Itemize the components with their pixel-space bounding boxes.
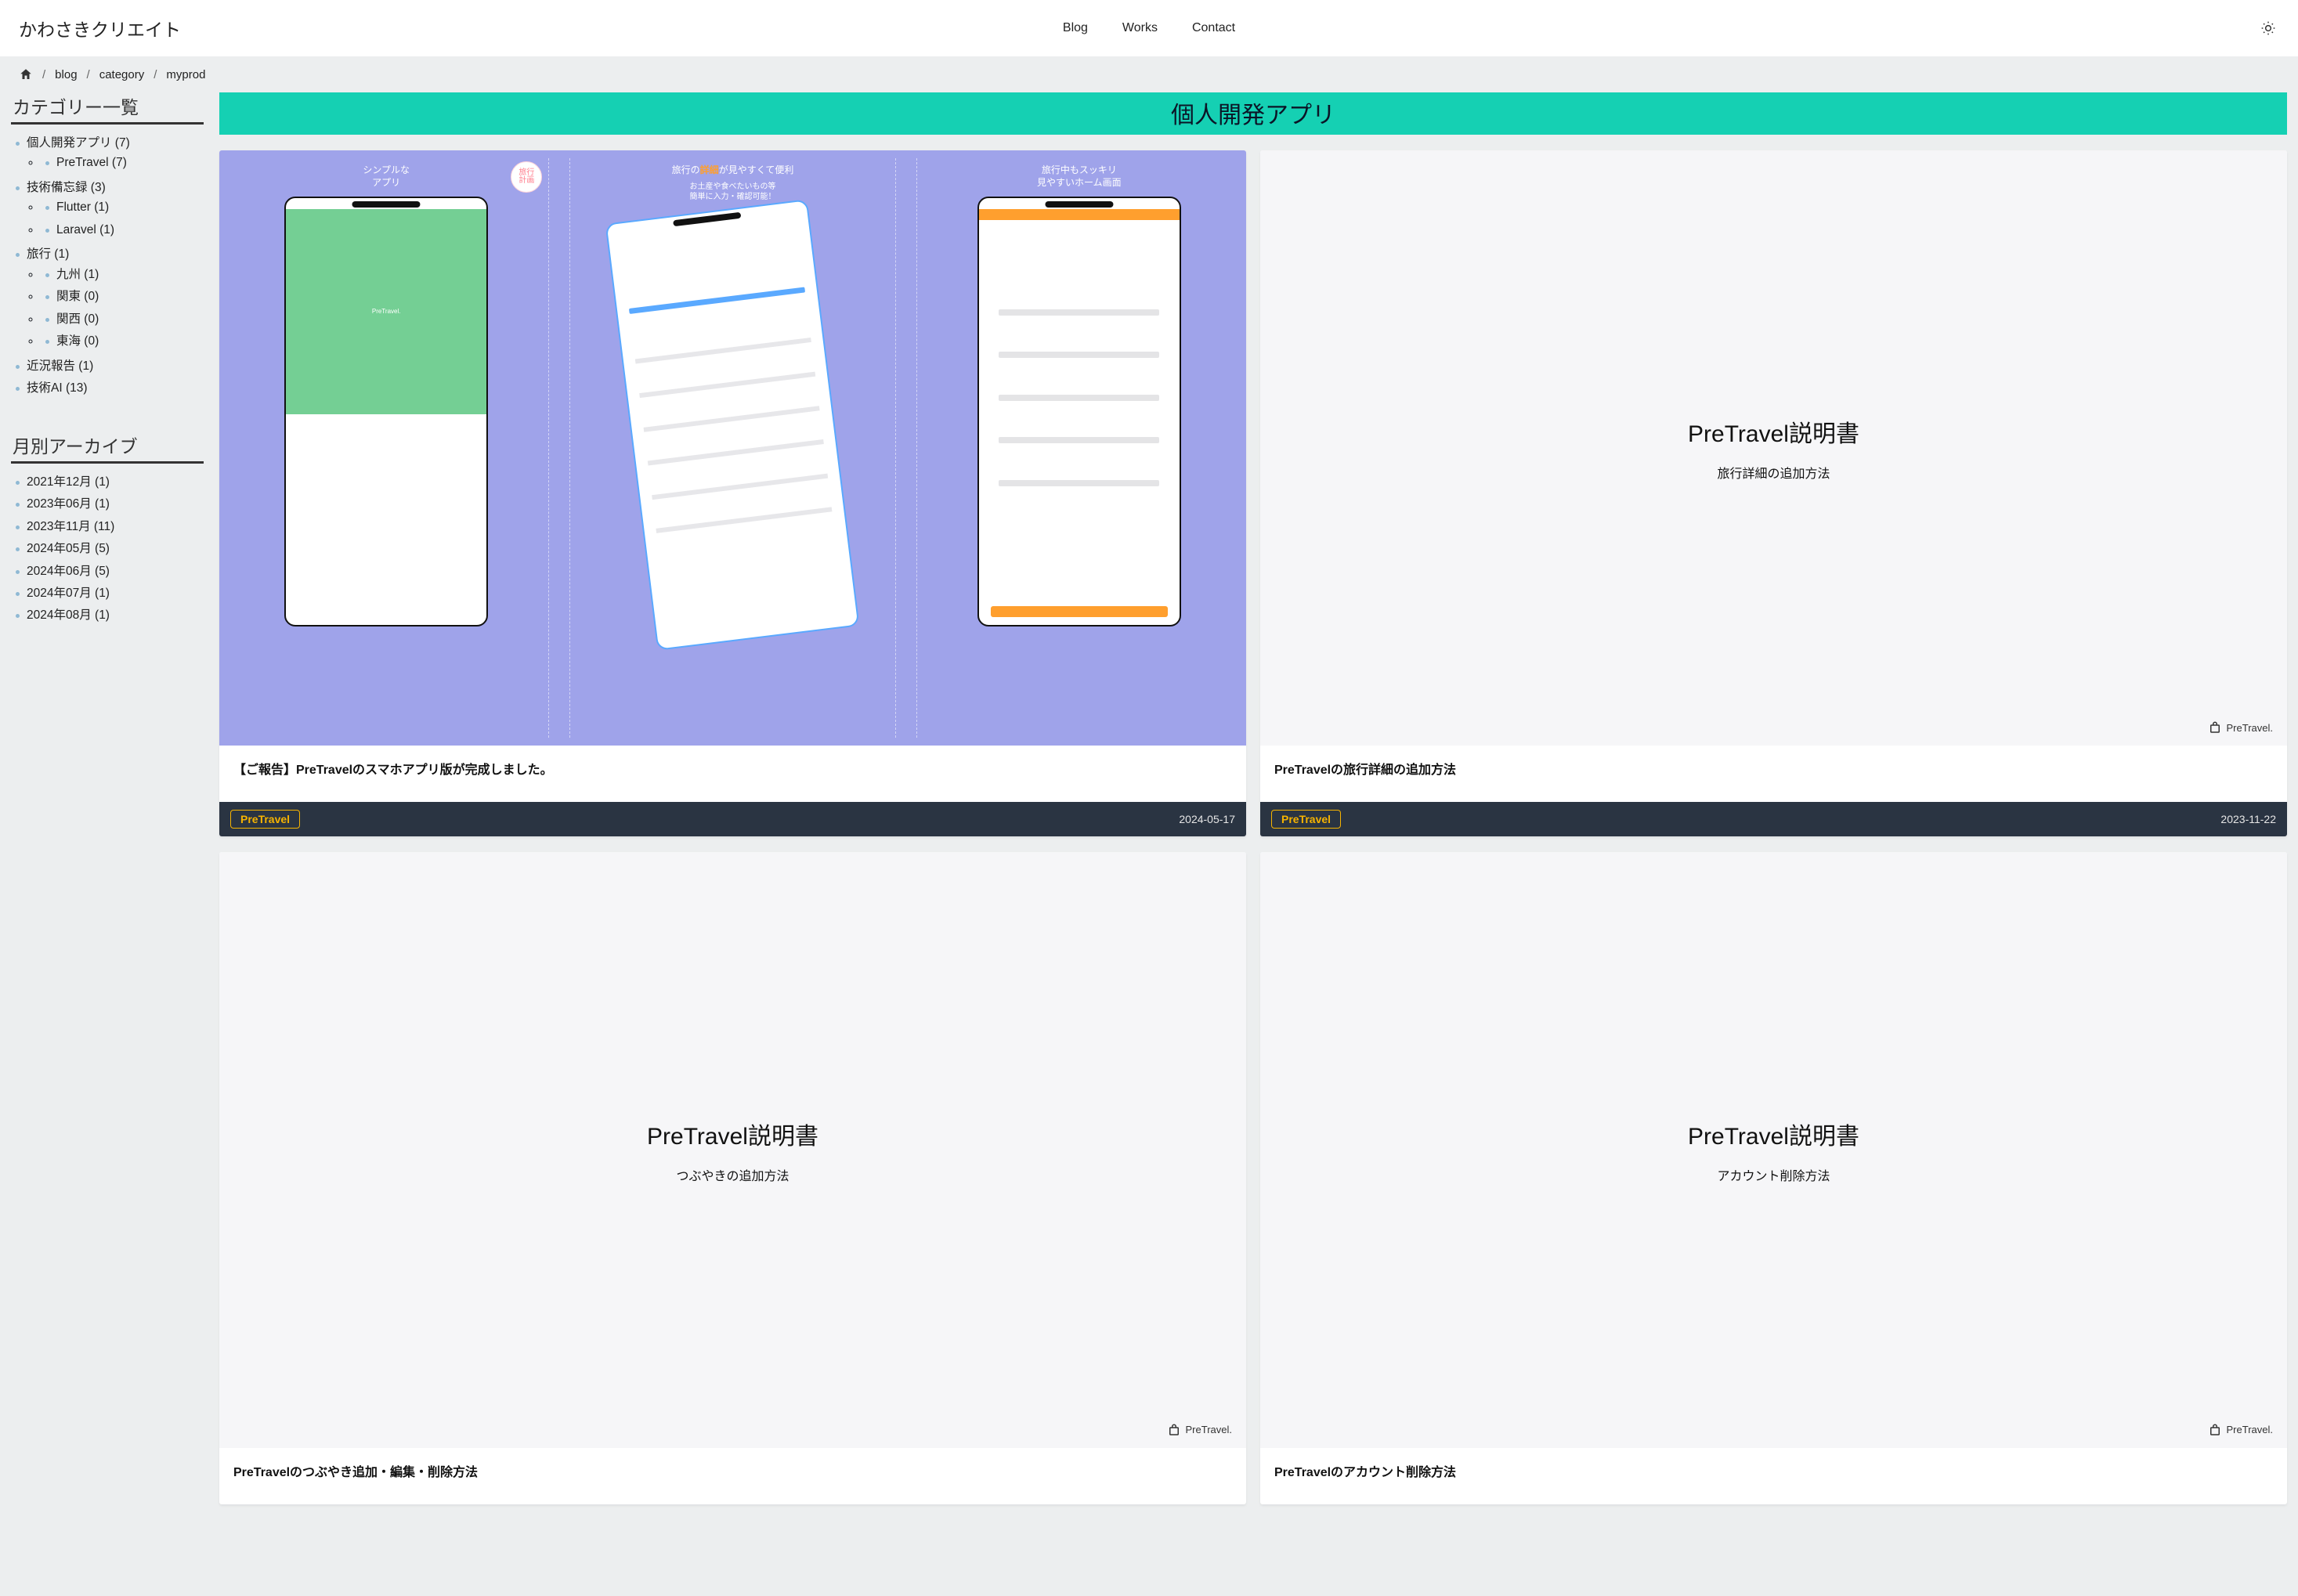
archive-link[interactable]: 2023年11月 (11) bbox=[27, 520, 114, 533]
archive-section: 月別アーカイブ 2021年12月 (1) 2023年06月 (1) 2023年1… bbox=[11, 431, 204, 627]
cat-link[interactable]: Flutter (1) bbox=[56, 200, 109, 214]
cat-link[interactable]: 関東 (0) bbox=[56, 290, 99, 303]
phone-mock-icon bbox=[605, 199, 860, 651]
post-date: 2024-05-17 bbox=[1179, 813, 1235, 825]
category-heading: カテゴリー一覧 bbox=[11, 92, 204, 125]
cat-link[interactable]: 関西 (0) bbox=[56, 312, 99, 326]
breadcrumb-category[interactable]: category bbox=[99, 68, 145, 81]
cat-link[interactable]: 個人開発アプリ (7) bbox=[27, 136, 130, 150]
card-grid: シンプルなアプリ 旅行計画 PreTravel. 旅行の詳細が見やすくて便利 お… bbox=[219, 150, 2287, 1504]
top-nav: Blog Works Contact bbox=[1063, 21, 1235, 35]
post-thumbnail: PreTravel説明書 旅行詳細の追加方法 PreTravel. bbox=[1260, 150, 2287, 746]
cat-link[interactable]: 技術AI (13) bbox=[27, 381, 88, 395]
theme-toggle-button[interactable] bbox=[2257, 17, 2279, 39]
phone-mock-icon: PreTravel. bbox=[284, 197, 488, 626]
bag-icon bbox=[2208, 1423, 2222, 1437]
breadcrumb-current: myprod bbox=[166, 68, 205, 81]
bag-icon bbox=[2208, 720, 2222, 735]
sidebar: カテゴリー一覧 個人開発アプリ (7) PreTravel (7) 技術備忘録 … bbox=[0, 92, 204, 1504]
post-tag[interactable]: PreTravel bbox=[1271, 810, 1341, 829]
post-footer: PreTravel 2023-11-22 bbox=[1260, 802, 2287, 836]
archive-link[interactable]: 2024年05月 (5) bbox=[27, 542, 110, 555]
brand-label: PreTravel. bbox=[1167, 1423, 1232, 1437]
bubble-badge: 旅行計画 bbox=[511, 161, 542, 193]
main-content: 個人開発アプリ シンプルなアプリ 旅行計画 PreTravel. 旅行の詳細が見… bbox=[219, 92, 2298, 1504]
post-tag[interactable]: PreTravel bbox=[230, 810, 300, 829]
post-card[interactable]: PreTravel説明書 旅行詳細の追加方法 PreTravel. PreTra… bbox=[1260, 150, 2287, 836]
page-heading: 個人開発アプリ bbox=[219, 92, 2287, 135]
phone-mock-icon bbox=[977, 197, 1181, 626]
archive-link[interactable]: 2024年07月 (1) bbox=[27, 587, 110, 600]
archive-link[interactable]: 2021年12月 (1) bbox=[27, 475, 110, 489]
cat-link[interactable]: 東海 (0) bbox=[56, 334, 99, 348]
breadcrumb-sep: / bbox=[87, 68, 90, 81]
archive-link[interactable]: 2024年06月 (5) bbox=[27, 565, 110, 578]
category-tree: 個人開発アプリ (7) PreTravel (7) 技術備忘録 (3) Flut… bbox=[11, 132, 204, 400]
cat-link[interactable]: 旅行 (1) bbox=[27, 247, 69, 261]
cat-link[interactable]: 近況報告 (1) bbox=[27, 359, 93, 373]
breadcrumb: / blog / category / myprod bbox=[0, 56, 2298, 92]
post-thumbnail: PreTravel説明書 つぶやきの追加方法 PreTravel. bbox=[219, 852, 1246, 1447]
cat-link[interactable]: 九州 (1) bbox=[56, 268, 99, 281]
nav-blog[interactable]: Blog bbox=[1063, 21, 1088, 35]
header: かわさきクリエイト Blog Works Contact bbox=[0, 0, 2298, 56]
sun-icon bbox=[2260, 20, 2276, 36]
breadcrumb-sep: / bbox=[42, 68, 45, 81]
breadcrumb-sep: / bbox=[154, 68, 157, 81]
brand-label: PreTravel. bbox=[2208, 720, 2273, 735]
archive-list: 2021年12月 (1) 2023年06月 (1) 2023年11月 (11) … bbox=[11, 471, 204, 627]
post-thumbnail: シンプルなアプリ 旅行計画 PreTravel. 旅行の詳細が見やすくて便利 お… bbox=[219, 150, 1246, 746]
cat-link[interactable]: PreTravel (7) bbox=[56, 156, 127, 169]
category-section: カテゴリー一覧 個人開発アプリ (7) PreTravel (7) 技術備忘録 … bbox=[11, 92, 204, 400]
post-title: 【ご報告】PreTravelのスマホアプリ版が完成しました。 bbox=[219, 746, 1246, 802]
post-title: PreTravelのアカウント削除方法 bbox=[1260, 1448, 2287, 1504]
cat-link[interactable]: 技術備忘録 (3) bbox=[27, 181, 106, 194]
brand-label: PreTravel. bbox=[2208, 1423, 2273, 1437]
nav-contact[interactable]: Contact bbox=[1192, 21, 1235, 35]
post-date: 2023-11-22 bbox=[2220, 813, 2276, 825]
post-thumbnail: PreTravel説明書 アカウント削除方法 PreTravel. bbox=[1260, 852, 2287, 1447]
nav-works[interactable]: Works bbox=[1122, 21, 1158, 35]
post-card[interactable]: シンプルなアプリ 旅行計画 PreTravel. 旅行の詳細が見やすくて便利 お… bbox=[219, 150, 1246, 836]
cat-link[interactable]: Laravel (1) bbox=[56, 223, 114, 237]
post-title: PreTravelの旅行詳細の追加方法 bbox=[1260, 746, 2287, 802]
site-title[interactable]: かわさきクリエイト bbox=[19, 15, 181, 42]
post-card[interactable]: PreTravel説明書 アカウント削除方法 PreTravel. PreTra… bbox=[1260, 852, 2287, 1504]
breadcrumb-blog[interactable]: blog bbox=[55, 68, 77, 81]
archive-heading: 月別アーカイブ bbox=[11, 431, 204, 464]
post-footer: PreTravel 2024-05-17 bbox=[219, 802, 1246, 836]
home-icon[interactable] bbox=[19, 67, 33, 81]
archive-link[interactable]: 2023年06月 (1) bbox=[27, 497, 110, 511]
post-card[interactable]: PreTravel説明書 つぶやきの追加方法 PreTravel. PreTra… bbox=[219, 852, 1246, 1504]
archive-link[interactable]: 2024年08月 (1) bbox=[27, 608, 110, 622]
post-title: PreTravelのつぶやき追加・編集・削除方法 bbox=[219, 1448, 1246, 1504]
bag-icon bbox=[1167, 1423, 1181, 1437]
